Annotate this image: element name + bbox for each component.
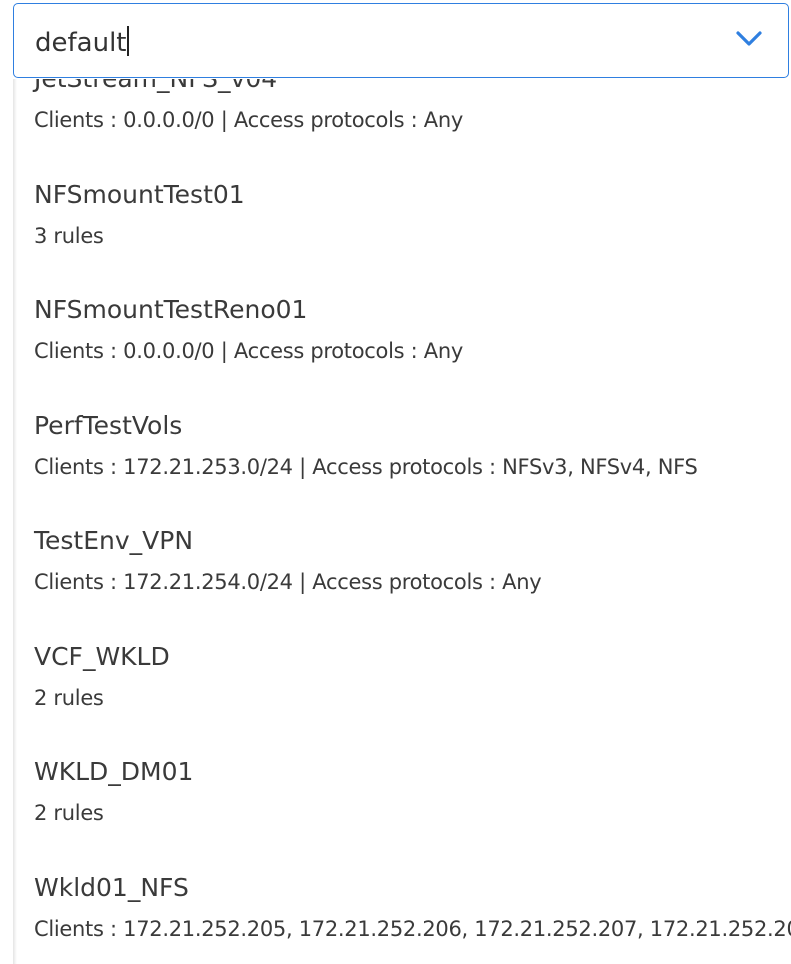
list-item[interactable]: PerfTestVols Clients : 172.21.253.0/24 |…	[13, 411, 791, 527]
list-item[interactable]: NFSmountTest01 3 rules	[13, 180, 791, 296]
option-name: TestEnv_VPN	[34, 526, 194, 555]
text-cursor	[127, 26, 130, 56]
option-detail: Clients : 172.21.253.0/24 | Access proto…	[34, 454, 698, 479]
option-name: WKLD_DM01	[34, 757, 194, 786]
list-item[interactable]: TestEnv_VPN Clients : 172.21.254.0/24 | …	[13, 526, 791, 642]
option-detail: Clients : 0.0.0.0/0 | Access protocols :…	[34, 108, 463, 132]
option-detail: Clients : 0.0.0.0/0 | Access protocols :…	[34, 339, 463, 363]
option-name: Wkld01_NFS	[34, 872, 189, 902]
export-policy-select[interactable]: default	[13, 3, 789, 78]
option-detail: Clients : 172.21.252.205, 172.21.252.206…	[34, 916, 791, 941]
option-name: JetStream_NFS_v04	[34, 79, 277, 94]
option-name: NFSmountTest01	[34, 179, 245, 209]
select-value-input[interactable]: default	[35, 26, 130, 60]
option-detail: 2 rules	[34, 685, 104, 710]
list-item[interactable]: VCF_WKLD 2 rules	[13, 642, 791, 758]
dropdown-list: JetStream_NFS_v04 Clients : 0.0.0.0/0 | …	[13, 79, 791, 964]
dropdown-edge-shadow	[13, 79, 17, 964]
chevron-down-icon[interactable]	[734, 28, 764, 50]
option-detail: 2 rules	[34, 801, 104, 825]
options-list: JetStream_NFS_v04 Clients : 0.0.0.0/0 | …	[13, 79, 791, 964]
list-item[interactable]: NFSmountTestReno01 Clients : 0.0.0.0/0 |…	[13, 295, 791, 411]
list-item[interactable]: JetStream_NFS_v04 Clients : 0.0.0.0/0 | …	[13, 79, 791, 180]
option-detail: Clients : 172.21.254.0/24 | Access proto…	[34, 570, 542, 594]
list-item[interactable]: WKLD_DM01 2 rules	[13, 757, 791, 873]
option-name: NFSmountTestReno01	[34, 295, 308, 324]
list-item[interactable]: Wkld01_NFS Clients : 172.21.252.205, 172…	[13, 873, 791, 964]
select-value-text: default	[35, 28, 127, 58]
option-detail: 3 rules	[34, 223, 104, 248]
option-name: VCF_WKLD	[34, 641, 170, 671]
option-name: PerfTestVols	[34, 410, 183, 440]
